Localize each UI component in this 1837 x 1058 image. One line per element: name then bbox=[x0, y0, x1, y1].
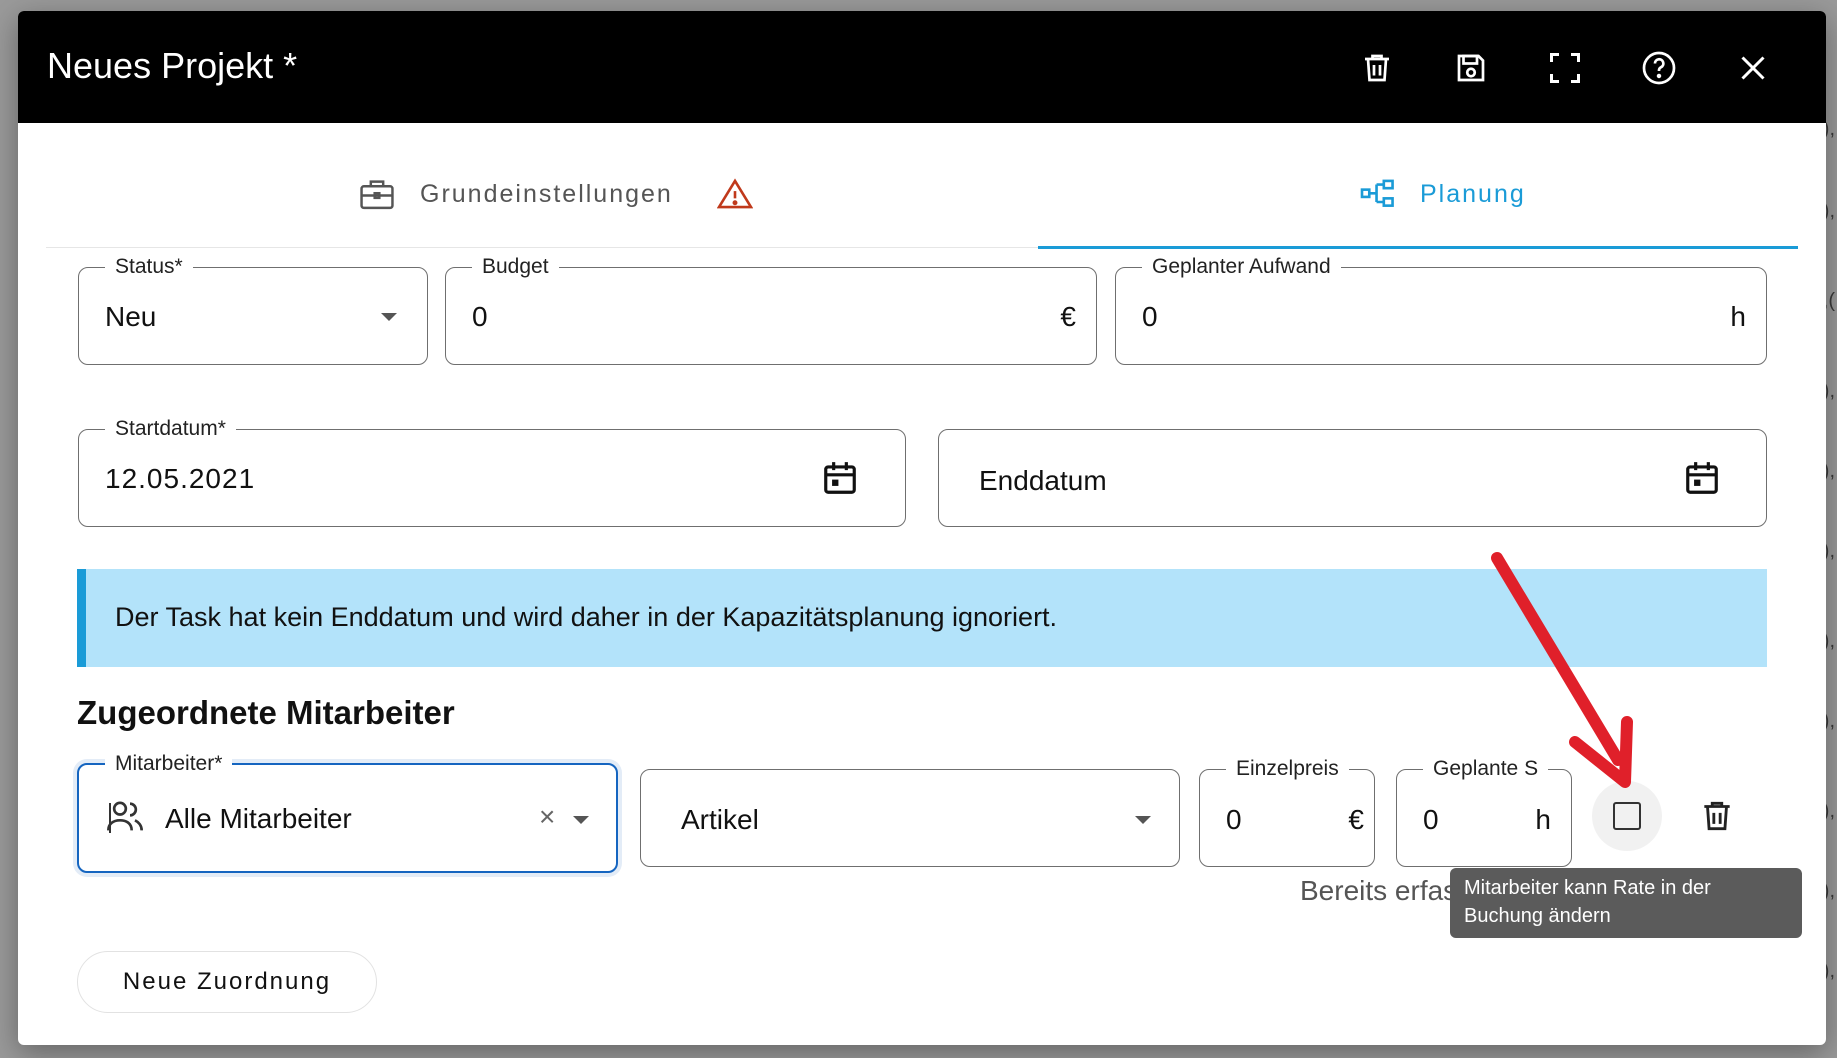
chevron-down-icon bbox=[1135, 816, 1151, 824]
briefcase-icon bbox=[360, 180, 394, 210]
budget-label: Budget bbox=[472, 255, 559, 279]
unit-price-input[interactable]: Einzelpreis 0 € bbox=[1199, 757, 1375, 867]
help-button[interactable] bbox=[1634, 43, 1684, 93]
info-banner: Der Task hat kein Enddatum und wird dahe… bbox=[77, 569, 1767, 667]
delete-icon bbox=[1365, 54, 1389, 82]
budget-input[interactable]: Budget 0 € bbox=[445, 255, 1097, 365]
warning-icon bbox=[716, 178, 753, 209]
calendar-icon[interactable] bbox=[821, 459, 859, 497]
new-assignment-button[interactable]: Neue Zuordnung bbox=[77, 951, 377, 1013]
new-project-dialog: Neues Projekt * Grundeinstellungen Planu… bbox=[18, 11, 1826, 1045]
euro-suffix: € bbox=[1060, 301, 1076, 332]
planned-effort-label: Geplanter Aufwand bbox=[1142, 255, 1341, 279]
help-icon bbox=[1642, 51, 1676, 85]
tooltip: Mitarbeiter kann Rate in der Buchung änd… bbox=[1450, 868, 1802, 938]
clear-icon[interactable]: × bbox=[539, 801, 555, 833]
planned-hours-input[interactable]: Geplante S 0 h bbox=[1396, 757, 1572, 867]
tab-planung[interactable]: Planung bbox=[1360, 143, 1526, 245]
save-button[interactable] bbox=[1446, 43, 1496, 93]
planned-hours-value: 0 bbox=[1423, 804, 1439, 835]
close-icon bbox=[1741, 56, 1765, 80]
chevron-down-icon bbox=[381, 313, 397, 321]
unit-price-label: Einzelpreis bbox=[1226, 757, 1349, 781]
end-date-placeholder: Enddatum bbox=[979, 465, 1107, 496]
hours-suffix: h bbox=[1535, 804, 1551, 835]
employee-label: Mitarbeiter* bbox=[105, 752, 233, 776]
planned-effort-input[interactable]: Geplanter Aufwand 0 h bbox=[1115, 255, 1767, 365]
employee-value: Alle Mitarbeiter bbox=[165, 803, 352, 834]
fullscreen-icon bbox=[1550, 53, 1580, 83]
active-tab-indicator bbox=[1038, 246, 1798, 249]
euro-suffix: € bbox=[1348, 804, 1364, 835]
checkbox-icon bbox=[1613, 802, 1641, 830]
people-icon bbox=[107, 801, 143, 831]
start-date-input[interactable]: Startdatum* 12.05.2021 bbox=[78, 417, 906, 527]
section-title: Zugeordnete Mitarbeiter bbox=[77, 694, 455, 731]
info-message: Der Task hat kein Enddatum und wird dahe… bbox=[115, 602, 1058, 632]
tab-grundeinstellungen[interactable]: Grundeinstellungen bbox=[358, 143, 753, 245]
tab-label: Planung bbox=[1420, 179, 1526, 208]
close-button[interactable] bbox=[1728, 43, 1778, 93]
calendar-icon[interactable] bbox=[1683, 459, 1721, 497]
status-value: Neu bbox=[105, 301, 157, 332]
fullscreen-button[interactable] bbox=[1540, 43, 1590, 93]
employee-select[interactable]: Mitarbeiter* Alle Mitarbeiter × bbox=[77, 752, 618, 873]
hours-suffix: h bbox=[1730, 301, 1746, 332]
hierarchy-icon bbox=[1360, 179, 1394, 207]
dialog-title: Neues Projekt * bbox=[47, 45, 298, 86]
end-date-input[interactable]: Enddatum bbox=[938, 429, 1767, 527]
rate-change-checkbox[interactable] bbox=[1592, 781, 1662, 851]
unit-price-value: 0 bbox=[1226, 804, 1242, 835]
budget-value: 0 bbox=[472, 301, 488, 332]
delete-row-icon[interactable] bbox=[1698, 797, 1736, 835]
chevron-down-icon[interactable] bbox=[573, 816, 589, 824]
text-cursor bbox=[109, 803, 111, 833]
planned-effort-value: 0 bbox=[1142, 301, 1158, 332]
tab-bar: Grundeinstellungen Planung bbox=[46, 143, 1798, 249]
already-recorded-text: Bereits erfas bbox=[1300, 875, 1458, 906]
status-label: Status* bbox=[105, 255, 193, 279]
planned-hours-label: Geplante S bbox=[1423, 757, 1549, 781]
tab-label: Grundeinstellungen bbox=[420, 179, 673, 208]
status-select[interactable]: Status* Neu bbox=[78, 255, 428, 365]
save-icon bbox=[1457, 54, 1485, 82]
article-placeholder: Artikel bbox=[681, 804, 759, 835]
dialog-titlebar: Neues Projekt * bbox=[18, 11, 1826, 123]
article-select[interactable]: Artikel bbox=[640, 769, 1180, 867]
start-date-value: 12.05.2021 bbox=[105, 463, 256, 494]
delete-button[interactable] bbox=[1352, 43, 1402, 93]
start-date-label: Startdatum* bbox=[105, 417, 236, 441]
